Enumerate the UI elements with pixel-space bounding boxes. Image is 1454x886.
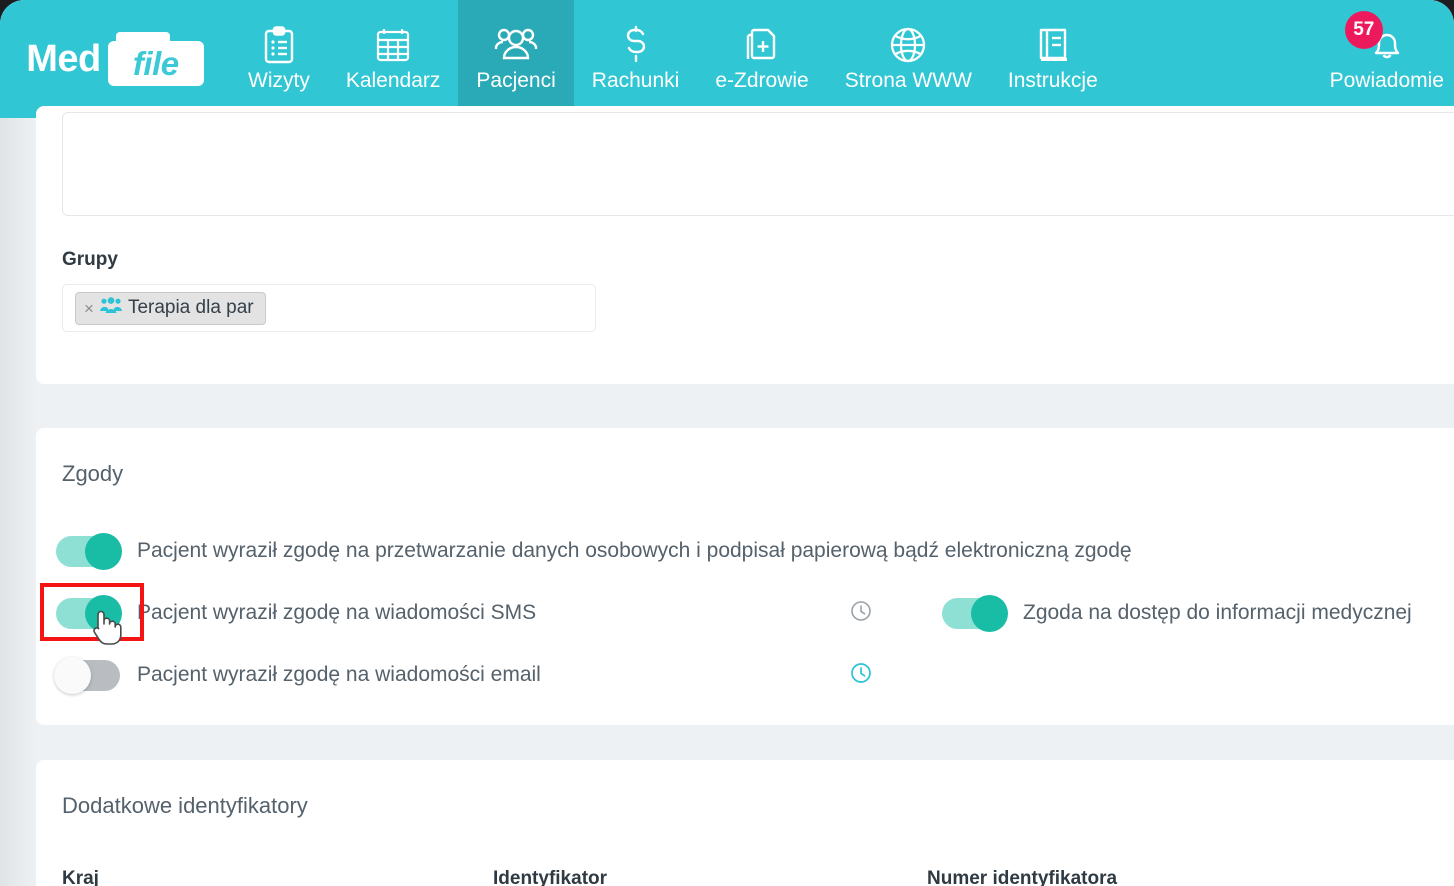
groups-label: Grupy bbox=[62, 249, 118, 271]
bell-icon: 57 bbox=[1367, 25, 1407, 65]
top-navigation-bar: Med file bbox=[0, 0, 1454, 118]
consent-label: Pacjent wyraził zgodę na przetwarzanie d… bbox=[137, 539, 1132, 563]
consent-toggle-email[interactable] bbox=[56, 660, 120, 691]
consents-title: Zgody bbox=[62, 461, 123, 487]
people-icon bbox=[494, 25, 538, 65]
notification-badge: 57 bbox=[1345, 11, 1383, 49]
brand-logo-med-text: Med bbox=[26, 40, 101, 78]
consent-row-sms[interactable]: Pacjent wyraził zgodę na wiadomości SMS bbox=[56, 593, 536, 633]
nav-item-wizyty[interactable]: Wizyty bbox=[230, 0, 328, 118]
nav-item-label: e-Zdrowie bbox=[715, 69, 808, 93]
brand-logo[interactable]: Med file bbox=[0, 0, 230, 118]
email-history-clock-icon[interactable] bbox=[850, 662, 872, 684]
consent-toggle-personal-data[interactable] bbox=[56, 536, 120, 567]
brand-logo-folder-icon: file bbox=[108, 32, 204, 86]
notifications-label: Powiadomie bbox=[1330, 69, 1444, 93]
group-tag-terapia-dla-par[interactable]: × Terapia dla par bbox=[75, 292, 266, 325]
nav-spacer bbox=[1116, 0, 1312, 118]
remove-tag-icon[interactable]: × bbox=[84, 300, 94, 317]
groups-tag-input[interactable]: × Terapia dla par bbox=[62, 284, 596, 332]
medical-file-icon bbox=[743, 25, 781, 65]
consent-label: Zgoda na dostęp do informacji medycznej bbox=[1023, 601, 1412, 625]
globe-icon bbox=[889, 25, 927, 65]
brand-logo-file-text: file bbox=[108, 41, 204, 86]
nav-item-label: Wizyty bbox=[248, 69, 310, 93]
consent-toggle-sms[interactable] bbox=[56, 598, 120, 629]
dollar-icon bbox=[621, 25, 651, 65]
consent-toggle-medical-access[interactable] bbox=[942, 598, 1006, 629]
table-header-kraj: Kraj bbox=[62, 868, 99, 886]
calendar-icon bbox=[375, 25, 411, 65]
nav-item-instrukcje[interactable]: Instrukcje bbox=[990, 0, 1116, 118]
identifiers-title: Dodatkowe identyfikatory bbox=[62, 793, 308, 819]
consents-card: Zgody Pacjent wyraził zgodę na przetwarz… bbox=[36, 428, 1454, 725]
additional-identifiers-card: Dodatkowe identyfikatory Kraj Identyfika… bbox=[36, 760, 1454, 886]
sms-history-clock-icon[interactable] bbox=[850, 600, 872, 622]
page-content: Grupy × Terapia dla par bbox=[0, 118, 1454, 886]
clipboard-icon bbox=[262, 25, 296, 65]
notes-textarea[interactable] bbox=[62, 112, 1454, 216]
nav-item-strona-www[interactable]: Strona WWW bbox=[827, 0, 990, 118]
table-header-numer-identyfikatora: Numer identyfikatora bbox=[927, 868, 1117, 886]
nav-item-pacjenci[interactable]: Pacjenci bbox=[458, 0, 573, 118]
group-people-icon bbox=[100, 297, 122, 320]
notifications-button[interactable]: 57 Powiadomie bbox=[1312, 0, 1454, 118]
nav-item-kalendarz[interactable]: Kalendarz bbox=[328, 0, 459, 118]
table-header-identyfikator: Identyfikator bbox=[493, 868, 607, 886]
book-icon bbox=[1036, 25, 1070, 65]
consent-row-medical-access[interactable]: Zgoda na dostęp do informacji medycznej bbox=[942, 593, 1412, 633]
consent-label: Pacjent wyraził zgodę na wiadomości SMS bbox=[137, 601, 536, 625]
nav-item-label: Rachunki bbox=[592, 69, 680, 93]
group-tag-label: Terapia dla par bbox=[128, 297, 254, 319]
nav-items-container: Wizyty Kalendarz bbox=[230, 0, 1454, 118]
consent-label: Pacjent wyraził zgodę na wiadomości emai… bbox=[137, 663, 541, 687]
nav-item-label: Kalendarz bbox=[346, 69, 441, 93]
consent-row-email[interactable]: Pacjent wyraził zgodę na wiadomości emai… bbox=[56, 655, 541, 695]
nav-item-label: Pacjenci bbox=[476, 69, 555, 93]
patient-details-card: Grupy × Terapia dla par bbox=[36, 106, 1454, 384]
nav-item-rachunki[interactable]: Rachunki bbox=[574, 0, 698, 118]
nav-item-e-zdrowie[interactable]: e-Zdrowie bbox=[697, 0, 826, 118]
application-window: Med file bbox=[0, 0, 1454, 886]
consent-row-personal-data[interactable]: Pacjent wyraził zgodę na przetwarzanie d… bbox=[56, 531, 1132, 571]
nav-item-label: Instrukcje bbox=[1008, 69, 1098, 93]
nav-item-label: Strona WWW bbox=[845, 69, 972, 93]
